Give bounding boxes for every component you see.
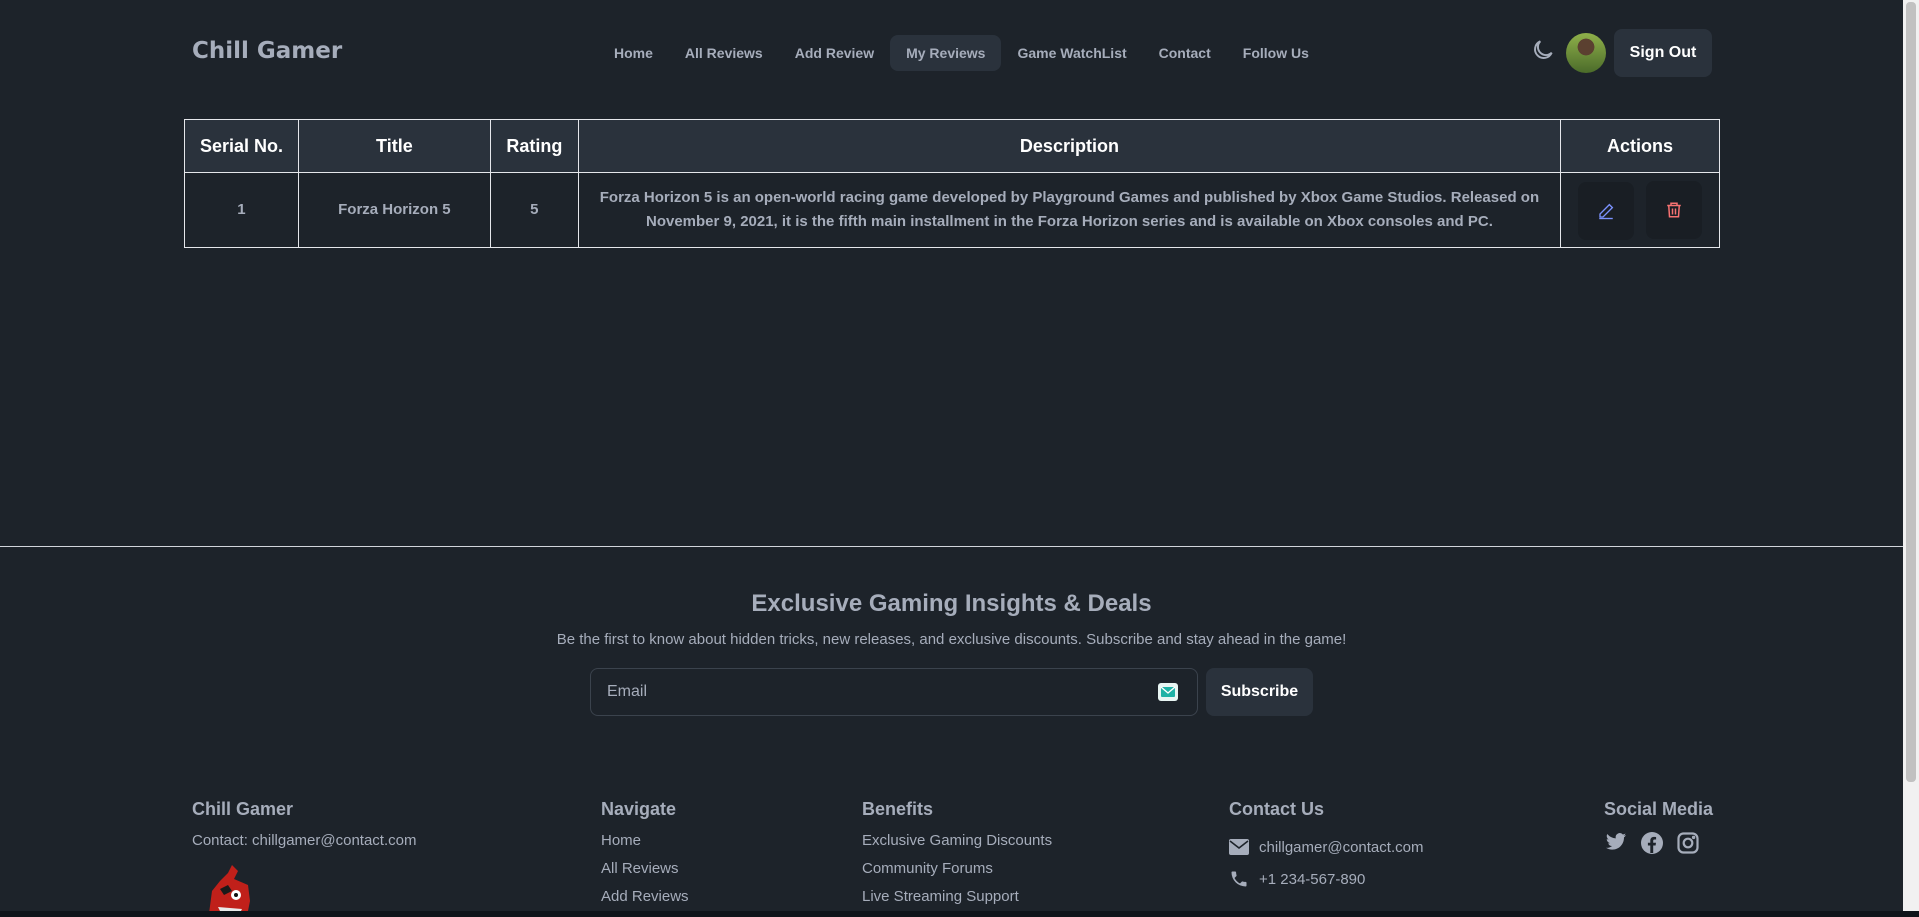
footer-contact-text: Contact: chillgamer@contact.com	[192, 832, 417, 849]
cell-rating: 5	[489, 172, 579, 248]
twitter-icon[interactable]	[1604, 831, 1628, 853]
header-title: Title	[297, 119, 491, 173]
nav-link-all-reviews[interactable]: All Reviews	[669, 35, 779, 71]
header-description: Description	[577, 119, 1562, 173]
cell-serial: 1	[184, 172, 299, 248]
instagram-icon[interactable]	[1676, 831, 1700, 855]
nav-link-add-review[interactable]: Add Review	[779, 35, 890, 71]
header-rating: Rating	[489, 119, 579, 173]
mail-icon	[1158, 683, 1178, 701]
footer-brand-column: Chill Gamer Contact: chillgamer@contact.…	[192, 799, 416, 859]
scrollbar-thumb[interactable]	[1906, 2, 1916, 782]
trash-icon	[1667, 202, 1681, 217]
avatar[interactable]	[1566, 33, 1606, 73]
footer-link-all-reviews[interactable]: All Reviews	[601, 859, 689, 887]
header-serial: Serial No.	[184, 119, 299, 173]
moon-icon[interactable]	[1530, 37, 1556, 63]
pencil-icon	[1599, 203, 1614, 219]
cell-description: Forza Horizon 5 is an open-world racing …	[577, 172, 1562, 248]
nav-link-my-reviews[interactable]: My Reviews	[890, 35, 1002, 71]
footer-email[interactable]: chillgamer@contact.com	[1259, 839, 1423, 856]
my-reviews-table: Serial No. Title Rating Description Acti…	[184, 119, 1720, 248]
footer-social-title: Social Media	[1604, 799, 1714, 819]
footer-benefits-column: Benefits Exclusive Gaming Discounts Comm…	[862, 799, 1052, 915]
nav-link-follow-us[interactable]: Follow Us	[1227, 35, 1325, 71]
footer-navigate-column: Navigate Home All Reviews Add Reviews	[601, 799, 689, 915]
footer-brand-title: Chill Gamer	[192, 799, 294, 819]
footer-divider	[0, 546, 1903, 547]
footer-benefit-discounts[interactable]: Exclusive Gaming Discounts	[862, 831, 1052, 859]
footer-link-home[interactable]: Home	[601, 831, 689, 859]
brand-logo[interactable]: Chill Gamer	[192, 38, 342, 64]
social-icons	[1604, 831, 1713, 855]
nav-links: Home All Reviews Add Review My Reviews G…	[598, 35, 1325, 71]
delete-button[interactable]	[1646, 180, 1703, 239]
facebook-icon[interactable]	[1640, 831, 1664, 855]
taskbar-strip	[0, 911, 1919, 917]
navbar: Chill Gamer Home All Reviews Add Review …	[0, 0, 1903, 106]
footer-navigate-title: Navigate	[601, 799, 677, 819]
table-header-row: Serial No. Title Rating Description Acti…	[184, 119, 1720, 173]
nav-link-game-watchlist[interactable]: Game WatchList	[1001, 35, 1142, 71]
header-actions: Actions	[1560, 119, 1720, 173]
nav-link-home[interactable]: Home	[598, 35, 669, 71]
newsletter-title: Exclusive Gaming Insights & Deals	[751, 590, 1152, 617]
newsletter-subtitle: Be the first to know about hidden tricks…	[556, 631, 1347, 648]
footer-benefit-forums[interactable]: Community Forums	[862, 859, 1052, 887]
envelope-icon	[1229, 839, 1249, 855]
email-field-wrapper	[590, 668, 1198, 716]
footer-phone[interactable]: +1 234-567-890	[1259, 871, 1365, 888]
mascot-logo	[208, 865, 250, 917]
cell-actions	[1560, 172, 1720, 248]
footer-email-line: chillgamer@contact.com	[1229, 831, 1423, 863]
nav-link-contact[interactable]: Contact	[1143, 35, 1227, 71]
footer-contact-column: Contact Us chillgamer@contact.com +1 234…	[1229, 799, 1423, 895]
subscribe-button[interactable]: Subscribe	[1206, 668, 1313, 716]
footer-phone-line: +1 234-567-890	[1229, 863, 1423, 895]
table-row: 1 Forza Horizon 5 5 Forza Horizon 5 is a…	[184, 172, 1720, 248]
cell-title: Forza Horizon 5	[297, 172, 491, 248]
footer-benefits-title: Benefits	[862, 799, 934, 819]
edit-button[interactable]	[1577, 181, 1634, 240]
phone-icon	[1231, 871, 1247, 887]
chill-gamer-logo	[198, 861, 268, 917]
footer-contact-title: Contact Us	[1229, 799, 1325, 819]
footer-social-column: Social Media	[1604, 799, 1713, 855]
sign-out-button[interactable]: Sign Out	[1614, 29, 1712, 77]
email-field[interactable]	[607, 669, 1147, 715]
